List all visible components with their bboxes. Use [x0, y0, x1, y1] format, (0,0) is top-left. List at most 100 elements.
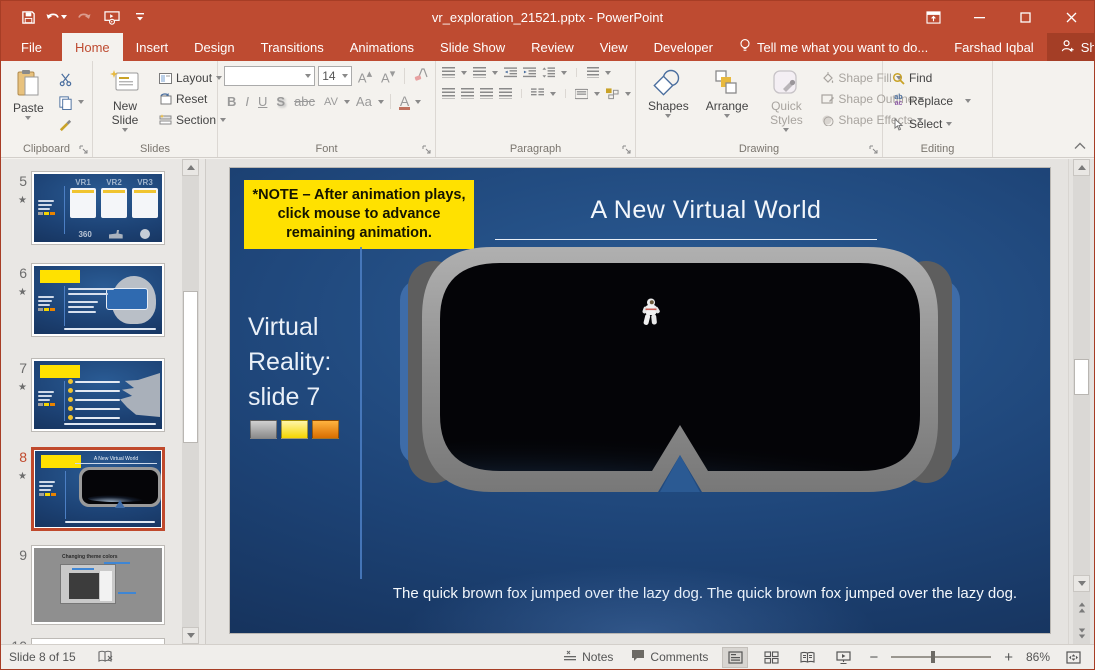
drawing-dialog-launcher[interactable]	[869, 144, 879, 154]
yellow-swatch[interactable]	[281, 420, 308, 439]
previous-slide-button[interactable]	[1073, 600, 1090, 614]
minimize-icon[interactable]	[956, 1, 1002, 33]
scroll-down-arrow[interactable]	[182, 627, 199, 644]
gray-swatch[interactable]	[250, 420, 277, 439]
tab-home[interactable]: Home	[62, 33, 123, 61]
align-right-icon[interactable]	[480, 87, 493, 100]
select-button[interactable]: Select	[889, 115, 974, 133]
notes-button[interactable]: Notes	[559, 648, 617, 667]
save-icon[interactable]	[15, 5, 41, 29]
scroll-down-arrow[interactable]	[1073, 575, 1090, 592]
new-slide-button[interactable]: New Slide	[99, 66, 151, 139]
italic-button[interactable]: I	[242, 93, 252, 110]
tab-insert[interactable]: Insert	[123, 33, 182, 61]
cut-button[interactable]	[55, 69, 87, 89]
line-spacing-icon[interactable]	[542, 66, 555, 79]
font-name-combo[interactable]	[224, 66, 315, 86]
tab-file[interactable]: File	[1, 33, 62, 61]
maximize-icon[interactable]	[1002, 1, 1048, 33]
thumbnail-slide-6[interactable]: 6★	[7, 263, 165, 337]
justify-icon[interactable]	[499, 87, 512, 100]
share-button[interactable]: Share	[1047, 33, 1095, 61]
zoom-percentage[interactable]: 86%	[1026, 650, 1050, 664]
customize-qat-icon[interactable]	[127, 5, 153, 29]
scroll-up-arrow[interactable]	[182, 159, 199, 176]
vr-goggles-graphic[interactable]	[400, 247, 960, 497]
underline-button[interactable]: U	[255, 93, 270, 110]
find-button[interactable]: Find	[889, 69, 974, 87]
reading-view-button[interactable]	[794, 647, 820, 668]
increase-indent-icon[interactable]	[523, 66, 536, 79]
strikethrough-button[interactable]: abc	[291, 93, 318, 110]
copy-button[interactable]	[55, 92, 87, 112]
clipboard-dialog-launcher[interactable]	[79, 144, 89, 154]
orange-swatch[interactable]	[312, 420, 339, 439]
quick-styles-button[interactable]: Quick Styles	[759, 66, 813, 139]
tab-slide-show[interactable]: Slide Show	[427, 33, 518, 61]
scroll-up-arrow[interactable]	[1073, 159, 1090, 176]
tab-review[interactable]: Review	[518, 33, 587, 61]
vertical-divider-line[interactable]	[360, 247, 362, 579]
align-text-icon[interactable]	[575, 87, 588, 100]
tab-developer[interactable]: Developer	[641, 33, 726, 61]
start-from-beginning-icon[interactable]	[99, 5, 125, 29]
comments-button[interactable]: Comments	[627, 647, 712, 667]
fit-slide-to-window-button[interactable]	[1060, 647, 1086, 668]
thumbnail-slide-5[interactable]: 5★ VR1 VR2 VR3 360	[7, 171, 165, 245]
ribbon-display-options-icon[interactable]	[910, 1, 956, 33]
zoom-slider-thumb[interactable]	[931, 651, 935, 663]
next-slide-button[interactable]	[1073, 626, 1090, 640]
tab-animations[interactable]: Animations	[337, 33, 427, 61]
slide-sorter-view-button[interactable]	[758, 647, 784, 668]
shrink-font-button[interactable]: A▾	[378, 66, 398, 86]
paste-button[interactable]: Paste	[7, 66, 50, 139]
slide-show-button[interactable]	[830, 647, 856, 668]
zoom-slider[interactable]	[891, 656, 991, 658]
tab-transitions[interactable]: Transitions	[248, 33, 337, 61]
scrollbar-thumb[interactable]	[183, 291, 198, 443]
text-shadow-button[interactable]: S	[273, 93, 288, 110]
clear-formatting-button[interactable]	[411, 67, 431, 85]
account-name[interactable]: Farshad Iqbal	[941, 33, 1047, 61]
thumbnail-slide-9[interactable]: 9 Changing theme colors	[7, 545, 165, 625]
thumbnail-slide-7[interactable]: 7★	[7, 358, 165, 432]
close-icon[interactable]	[1048, 1, 1094, 33]
thumbnail-slide-8[interactable]: 8★ A New Virtual World	[7, 447, 165, 531]
replace-button[interactable]: ab ac Replace	[889, 92, 974, 110]
font-size-combo[interactable]: 14	[318, 66, 352, 86]
font-color-button[interactable]: A	[397, 92, 412, 111]
change-case-button[interactable]: Aa	[353, 93, 375, 110]
tab-design[interactable]: Design	[181, 33, 247, 61]
text-direction-icon[interactable]	[586, 66, 599, 79]
main-vertical-scrollbar[interactable]	[1068, 159, 1094, 644]
thumbnail-scrollbar[interactable]	[182, 159, 199, 644]
normal-view-button[interactable]	[722, 647, 748, 668]
slide-editing-area[interactable]: *NOTE – After animation plays, click mou…	[230, 168, 1050, 633]
tell-me-box[interactable]: Tell me what you want to do...	[726, 33, 941, 61]
zoom-in-button[interactable]: +	[1001, 649, 1016, 666]
shapes-button[interactable]: Shapes	[642, 66, 695, 139]
arrange-button[interactable]: Arrange	[700, 66, 755, 139]
bullets-icon[interactable]	[442, 66, 455, 79]
undo-button[interactable]	[43, 5, 69, 29]
font-dialog-launcher[interactable]	[422, 144, 432, 154]
grow-font-button[interactable]: A▴	[355, 66, 375, 86]
zoom-out-button[interactable]: −	[866, 649, 881, 666]
numbering-icon[interactable]	[473, 66, 486, 79]
scrollbar-thumb[interactable]	[1074, 359, 1089, 395]
decrease-indent-icon[interactable]	[504, 66, 517, 79]
tab-view[interactable]: View	[587, 33, 641, 61]
character-spacing-button[interactable]: AV	[321, 95, 341, 109]
columns-icon[interactable]	[531, 87, 544, 100]
collapse-ribbon-icon[interactable]	[1074, 139, 1086, 153]
slide-bottom-text[interactable]: The quick brown fox jumped over the lazy…	[360, 585, 1050, 602]
slide-counter[interactable]: Slide 8 of 15	[9, 650, 76, 664]
align-left-icon[interactable]	[442, 87, 455, 100]
format-painter-button[interactable]	[55, 115, 87, 135]
slide-title[interactable]: A New Virtual World	[400, 196, 1012, 225]
convert-to-smartart-icon[interactable]	[606, 87, 619, 100]
spelling-check-icon[interactable]	[94, 648, 118, 666]
bold-button[interactable]: B	[224, 93, 239, 110]
paragraph-dialog-launcher[interactable]	[622, 144, 632, 154]
slide-left-text[interactable]: Virtual Reality: slide 7	[248, 310, 360, 415]
